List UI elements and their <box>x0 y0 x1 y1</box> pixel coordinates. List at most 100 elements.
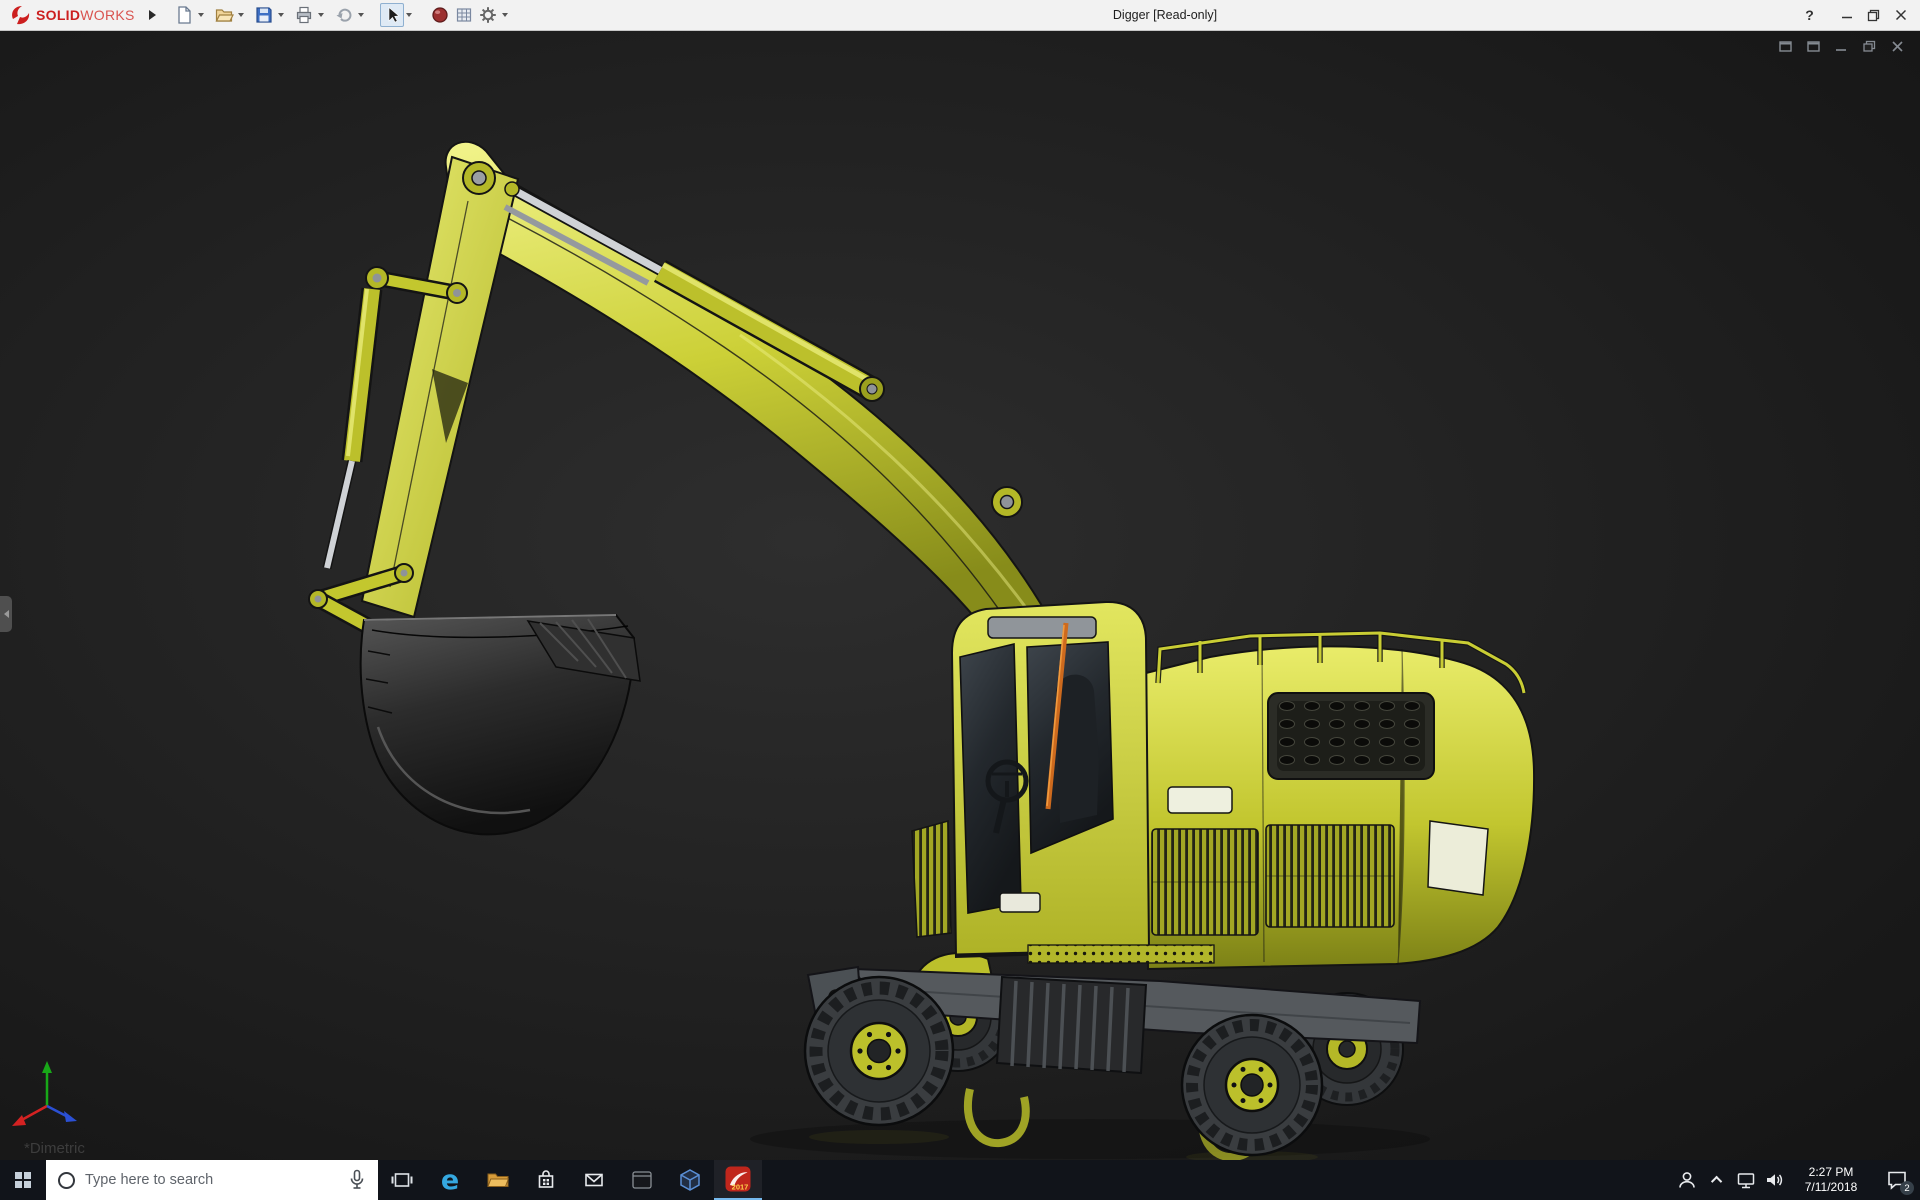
save-icon <box>256 7 272 23</box>
start-button[interactable] <box>0 1160 46 1200</box>
windows-logo-icon <box>15 1172 31 1188</box>
stick-arm[interactable] <box>360 155 520 619</box>
gear-icon <box>479 7 496 23</box>
print-button[interactable] <box>292 3 316 27</box>
quick-access-toolbar <box>172 3 516 27</box>
task-view-icon <box>391 1173 413 1187</box>
dropdown-chevron-icon[interactable] <box>277 13 284 17</box>
console-window-icon <box>632 1171 652 1189</box>
edge-button[interactable]: e <box>426 1160 474 1200</box>
taskbar-search[interactable] <box>46 1160 378 1200</box>
boom-arm[interactable] <box>444 140 1050 655</box>
maximize-button[interactable] <box>1860 0 1887 30</box>
dropdown-chevron-icon[interactable] <box>197 13 204 17</box>
cube-icon <box>680 1169 700 1191</box>
speaker-icon <box>1767 1174 1783 1186</box>
view-orientation-label: *Dimetric <box>24 1140 85 1157</box>
minimize-icon <box>1841 16 1852 19</box>
help-button[interactable]: ? <box>1796 0 1823 30</box>
open-button[interactable] <box>212 3 236 27</box>
people-icon <box>1679 1172 1695 1188</box>
chevron-up-icon <box>1710 1175 1723 1188</box>
solidworks-app-icon: 2017 <box>725 1166 751 1192</box>
dropdown-chevron-icon[interactable] <box>405 13 412 17</box>
dropdown-chevron-icon[interactable] <box>501 13 508 17</box>
store-icon <box>538 1170 554 1188</box>
undo-button[interactable] <box>332 3 356 27</box>
front-wheel[interactable] <box>803 975 955 1127</box>
mail-button[interactable] <box>570 1160 618 1200</box>
doc-window-icon[interactable] <box>1805 39 1822 54</box>
system-tray: 2:27 PM 7/11/2018 2 <box>1670 1160 1920 1200</box>
chevron-left-icon <box>3 610 9 618</box>
roof-glass <box>987 616 1097 639</box>
doc-window-icon[interactable] <box>1777 39 1794 54</box>
brand-works-text: WORKS <box>80 7 135 23</box>
search-input[interactable] <box>85 1172 346 1188</box>
cab-step <box>999 892 1041 913</box>
close-button[interactable] <box>1887 0 1914 30</box>
rear-wheel[interactable] <box>1180 1013 1324 1157</box>
taskbar: e 2017 2:27 PM 7/11/2018 <box>0 1160 1920 1200</box>
network-icon <box>1737 1173 1755 1189</box>
cube-app-button[interactable] <box>666 1160 714 1200</box>
microphone-icon[interactable] <box>346 1168 368 1192</box>
seat <box>1056 674 1099 823</box>
undo-icon <box>336 8 352 22</box>
dropdown-chevron-icon[interactable] <box>317 13 324 17</box>
tray-overflow-button[interactable] <box>1704 1160 1732 1200</box>
excavator-model[interactable] <box>0 31 1920 1160</box>
print-icon <box>296 6 311 24</box>
new-document-icon <box>178 6 191 24</box>
featuremanager-flyout-tab[interactable] <box>0 596 12 632</box>
evaluate-button[interactable] <box>452 3 476 27</box>
solidworks-taskbar-button[interactable]: 2017 <box>714 1160 762 1200</box>
file-explorer-button[interactable] <box>474 1160 522 1200</box>
engine-body[interactable] <box>1144 630 1536 971</box>
tray-clock[interactable]: 2:27 PM 7/11/2018 <box>1788 1160 1874 1200</box>
close-icon <box>1895 9 1906 21</box>
appearance-button[interactable] <box>428 3 452 27</box>
tray-date: 7/11/2018 <box>1804 1180 1858 1194</box>
evaluate-grid-icon <box>456 8 471 22</box>
doc-restore-icon[interactable] <box>1861 39 1878 54</box>
open-folder-icon <box>215 9 234 22</box>
new-document-button[interactable] <box>172 3 196 27</box>
window-controls: ? <box>1796 0 1914 30</box>
graphics-viewport[interactable]: *Dimetric <box>0 31 1920 1160</box>
minimize-button[interactable] <box>1833 0 1860 30</box>
dropdown-chevron-icon[interactable] <box>357 13 364 17</box>
bucket-hydraulic-cylinder[interactable] <box>322 287 383 570</box>
restore-icon <box>1867 9 1880 21</box>
bucket[interactable] <box>359 613 641 836</box>
doc-minimize-icon[interactable] <box>1833 39 1850 54</box>
orientation-triad <box>12 1061 77 1126</box>
people-button[interactable] <box>1670 1160 1704 1200</box>
document-window-controls <box>1777 39 1906 54</box>
select-tool-button[interactable] <box>379 3 404 27</box>
console-app-button[interactable] <box>618 1160 666 1200</box>
options-button[interactable] <box>476 3 500 27</box>
task-view-button[interactable] <box>378 1160 426 1200</box>
mail-icon <box>585 1173 603 1187</box>
titlebar: SOLID WORKS Digger [Read-only] ? <box>0 0 1920 31</box>
tray-time: 2:27 PM <box>1808 1165 1854 1179</box>
notification-count-badge: 2 <box>1900 1181 1914 1195</box>
solidworks-logo: SOLID WORKS <box>8 4 135 26</box>
doc-close-icon[interactable] <box>1889 39 1906 54</box>
network-button[interactable] <box>1732 1160 1760 1200</box>
file-explorer-icon <box>487 1173 510 1187</box>
dropdown-chevron-icon[interactable] <box>237 13 244 17</box>
store-button[interactable] <box>522 1160 570 1200</box>
menu-flyout-arrow-icon[interactable] <box>148 10 156 20</box>
save-button[interactable] <box>252 3 276 27</box>
volume-button[interactable] <box>1760 1160 1788 1200</box>
action-center-button[interactable]: 2 <box>1874 1160 1920 1200</box>
cab[interactable] <box>911 600 1151 959</box>
rear-panel <box>1427 820 1489 896</box>
search-icon <box>58 1171 75 1189</box>
edge-icon: e <box>440 1164 460 1196</box>
side-panel <box>1167 786 1233 814</box>
svg-text:2017: 2017 <box>732 1183 749 1192</box>
appearance-sphere-icon <box>432 7 448 23</box>
